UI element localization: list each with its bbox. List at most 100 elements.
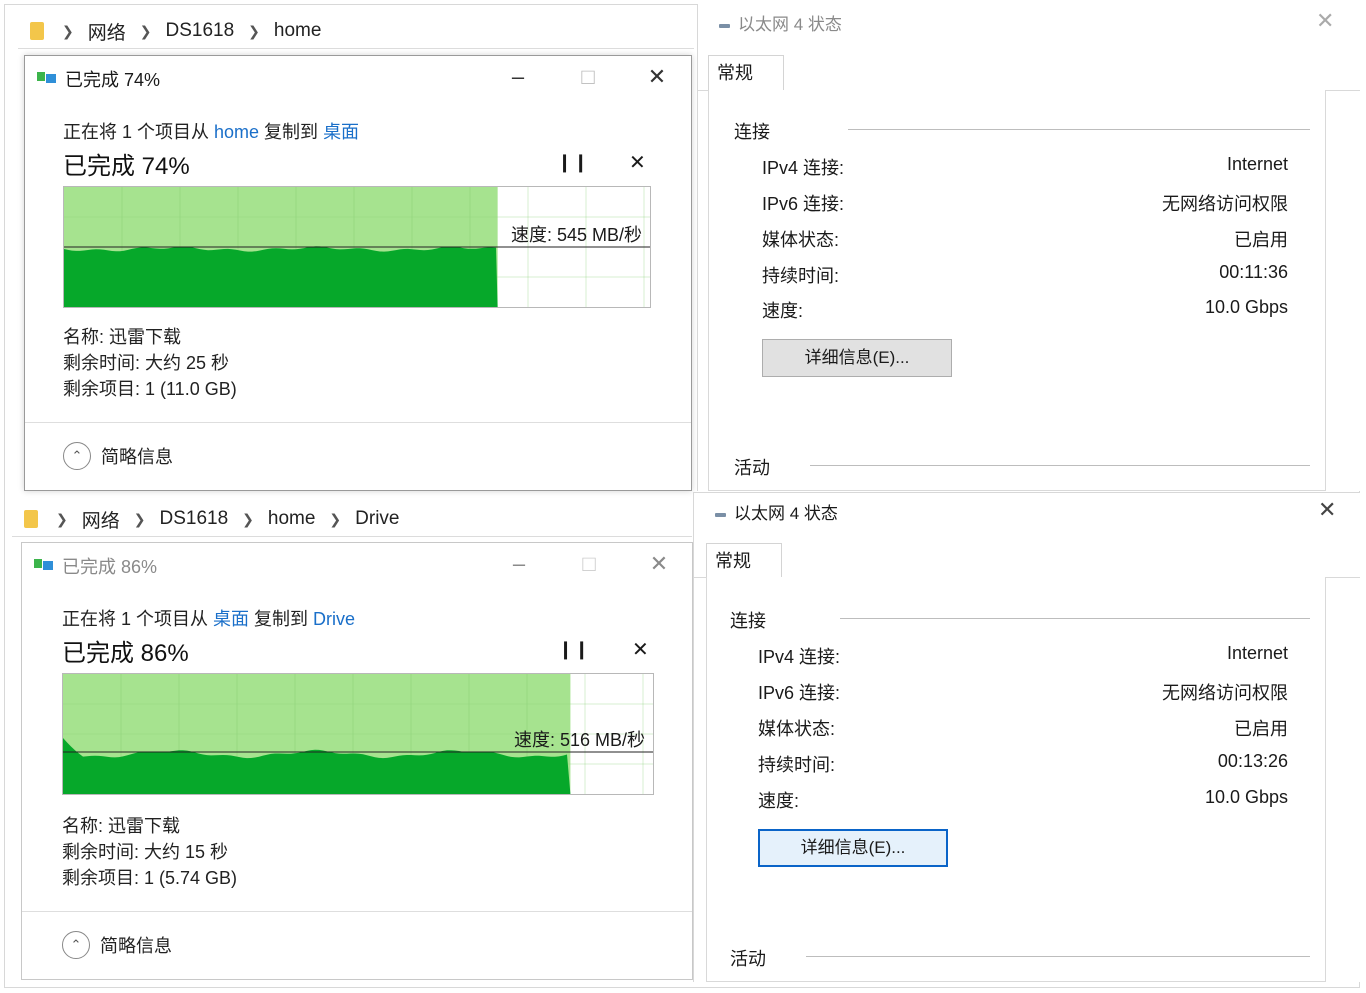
speed-area (64, 246, 498, 307)
copy-description: 正在将 1 个项目从 桌面 复制到 Drive (62, 605, 355, 631)
copy-mid: 复制到 (259, 122, 324, 142)
close-icon[interactable]: ✕ (642, 62, 672, 92)
details-button[interactable]: 详细信息(E)... (762, 339, 952, 377)
tab-panel (708, 90, 1326, 491)
breadcrumb-item[interactable]: 网络 (82, 506, 120, 533)
window-title: 已完成 74% (65, 70, 161, 90)
tab-general[interactable]: 常规 (706, 543, 782, 579)
remaining-items: 剩余项目: 1 (11.0 GB) (63, 379, 237, 399)
media-state-label: 媒体状态: (758, 719, 836, 739)
breadcrumb-item[interactable]: 网络 (88, 18, 126, 45)
speed-value: 10.0 Gbps (1204, 297, 1288, 317)
duration-value: 00:11:36 (1219, 262, 1288, 282)
chevron-right-icon: ❯ (329, 510, 342, 527)
remaining-time: 剩余时间: 大约 25 秒 (63, 353, 230, 373)
destination-link[interactable]: Drive (313, 609, 355, 629)
ipv4-value: Internet (1226, 643, 1288, 663)
ethernet-status-dialog: 以太网 4 状态 ✕ 常规 连接 IPv4 连接: Internet IPv6 … (697, 4, 1360, 491)
title-bar: 已完成 74% – □ ✕ (25, 56, 691, 98)
breadcrumb-item[interactable]: home (274, 20, 322, 42)
breadcrumb-item[interactable]: Drive (355, 508, 399, 530)
ipv4-label: IPv4 连接: (762, 158, 845, 178)
details-button[interactable]: 详细信息(E)... (758, 829, 948, 867)
tab-panel (706, 577, 1326, 982)
breadcrumb: ❯ 网络 ❯ DS1618 ❯ home ❯ Drive (12, 502, 692, 537)
cancel-icon[interactable]: ✕ (629, 150, 646, 175)
source-link[interactable]: 桌面 (213, 609, 249, 629)
copy-mid: 复制到 (249, 609, 314, 629)
group-connection-label: 连接 (730, 611, 766, 631)
media-state-value: 已启用 (1234, 230, 1288, 250)
less-info-label: 简略信息 (100, 936, 172, 956)
media-state-label: 媒体状态: (762, 230, 840, 250)
tab-general[interactable]: 常规 (708, 55, 784, 92)
ethernet-status-dialog: 以太网 4 状态 ✕ 常规 连接 IPv4 连接: Internet IPv6 … (693, 492, 1360, 982)
group-divider (806, 956, 1310, 957)
pause-icon[interactable]: ❙❙ (558, 639, 590, 660)
close-icon[interactable]: ✕ (1316, 8, 1334, 34)
ipv6-label: IPv6 连接: (758, 683, 841, 703)
copy-progress-dialog: 已完成 86% – □ ✕ 正在将 1 个项目从 桌面 复制到 Drive 已完… (21, 542, 693, 980)
breadcrumb-item[interactable]: DS1618 (165, 20, 234, 42)
duration-label: 持续时间: (762, 266, 840, 286)
copy-description: 正在将 1 个项目从 home 复制到 桌面 (63, 118, 359, 144)
group-activity-label: 活动 (734, 458, 770, 478)
ipv6-label: IPv6 连接: (762, 194, 845, 214)
percent-heading: 已完成 74% (63, 153, 190, 180)
less-info-button[interactable]: ⌃ 简略信息 (62, 931, 172, 959)
destination-link[interactable]: 桌面 (323, 122, 359, 142)
maximize-icon[interactable]: □ (573, 62, 603, 92)
copy-icon (37, 72, 56, 83)
copy-prefix: 正在将 1 个项目从 (63, 122, 215, 142)
chevron-up-icon: ⌃ (62, 931, 90, 959)
title-bar: 已完成 86% – □ ✕ (22, 543, 692, 585)
speed-label: 速度: (758, 791, 800, 811)
speed-label: 速度: 545 MB/秒 (510, 225, 642, 245)
divider (22, 911, 692, 912)
group-divider (810, 465, 1310, 466)
chevron-right-icon: ❯ (133, 510, 146, 527)
breadcrumb: ❯ 网络 ❯ DS1618 ❯ home (18, 14, 694, 49)
chevron-right-icon: ❯ (139, 22, 152, 39)
divider (25, 422, 691, 423)
minimize-icon[interactable]: – (504, 549, 534, 579)
close-icon[interactable]: ✕ (644, 549, 674, 579)
file-name: 名称: 迅雷下载 (62, 816, 181, 836)
ipv4-value: Internet (1226, 154, 1288, 174)
speed-graph: 速度: 516 MB/秒 (62, 673, 654, 795)
copy-prefix: 正在将 1 个项目从 (62, 609, 214, 629)
duration-label: 持续时间: (758, 755, 836, 775)
percent-heading: 已完成 86% (62, 640, 189, 667)
close-icon[interactable]: ✕ (1318, 497, 1336, 523)
pause-icon[interactable]: ❙❙ (557, 152, 589, 173)
cancel-icon[interactable]: ✕ (632, 637, 649, 662)
group-divider (848, 129, 1310, 130)
media-state-value: 已启用 (1234, 719, 1288, 739)
chevron-right-icon: ❯ (56, 510, 68, 527)
breadcrumb-item[interactable]: home (268, 508, 316, 530)
group-connection-label: 连接 (734, 122, 770, 142)
copy-progress-dialog: 已完成 74% – □ ✕ 正在将 1 个项目从 home 复制到 桌面 已完成… (24, 55, 692, 491)
maximize-icon[interactable]: □ (574, 549, 604, 579)
chevron-right-icon: ❯ (242, 510, 254, 527)
chevron-up-icon: ⌃ (63, 442, 91, 470)
speed-graph-svg (64, 187, 650, 307)
speed-label: 速度: (762, 301, 804, 321)
duration-value: 00:13:26 (1217, 751, 1288, 771)
breadcrumb-item[interactable]: DS1618 (159, 508, 228, 530)
ipv6-value: 无网络访问权限 (1162, 683, 1288, 703)
less-info-label: 简略信息 (101, 447, 173, 467)
window-title: 以太网 4 状态 (738, 15, 842, 34)
minimize-icon[interactable]: – (503, 62, 533, 92)
window-title: 已完成 86% (62, 557, 158, 577)
network-icon (715, 513, 726, 517)
remaining-items: 剩余项目: 1 (5.74 GB) (62, 868, 238, 888)
less-info-button[interactable]: ⌃ 简略信息 (63, 442, 173, 470)
speed-label: 速度: 516 MB/秒 (513, 730, 645, 750)
chevron-right-icon: ❯ (62, 22, 74, 39)
source-link[interactable]: home (214, 122, 259, 142)
ipv6-value: 无网络访问权限 (1162, 194, 1288, 214)
window-title: 以太网 4 状态 (734, 504, 838, 523)
file-name: 名称: 迅雷下载 (63, 327, 182, 347)
network-icon (719, 24, 730, 28)
